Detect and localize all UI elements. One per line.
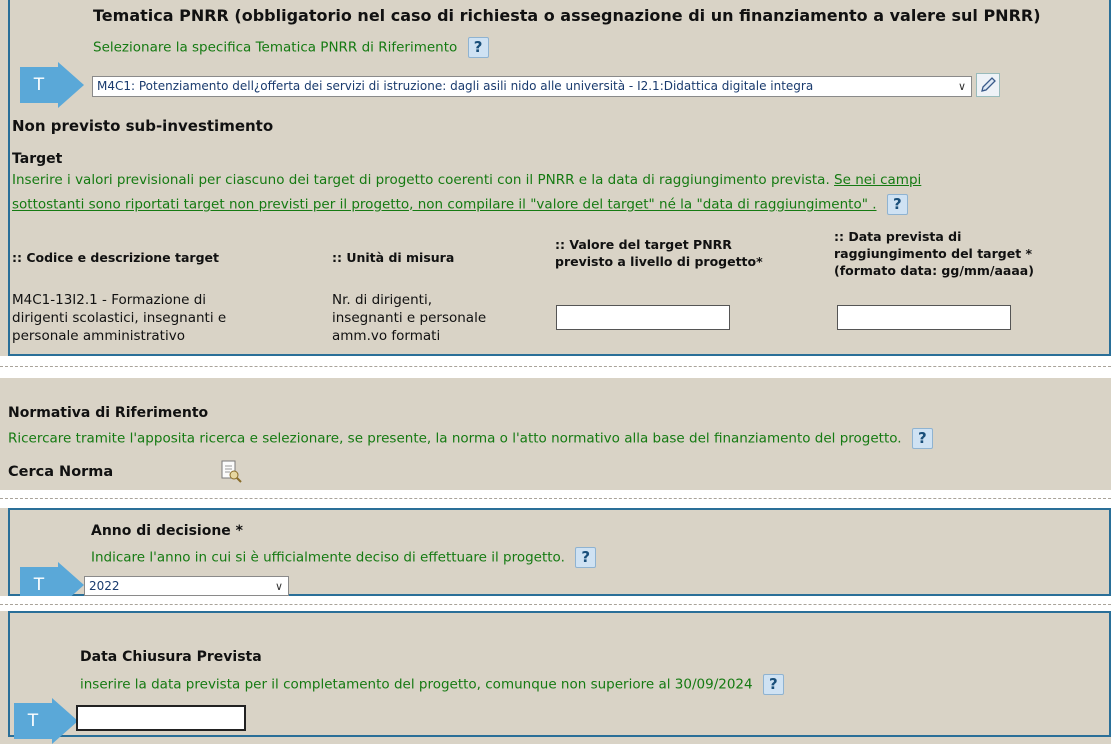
normativa-title: Normativa di Riferimento [8,405,209,421]
help-icon[interactable]: ? [762,674,784,695]
chiusura-section: Data Chiusura Prevista inserire la data … [8,611,1111,744]
unita-line: amm.vo formati [332,328,441,344]
normativa-hint-text: Ricercare tramite l'apposita ricerca e s… [8,430,902,447]
valore-target-input[interactable] [556,305,730,330]
data-chiusura-input[interactable] [76,705,246,731]
codice-line: dirigenti scolastici, insegnanti e [12,310,227,326]
separator-band [0,490,1111,508]
normativa-hint: Ricercare tramite l'apposita ricerca e s… [8,428,933,449]
chevron-down-icon: ∨ [270,577,288,595]
anno-title: Anno di decisione * [91,523,243,539]
tematica-title: Tematica PNRR (obbligatorio nel caso di … [93,6,1041,25]
data-target-input[interactable] [837,305,1011,330]
unita-line: Nr. di dirigenti, [332,292,432,308]
cerca-norma-label: Cerca Norma [8,464,114,480]
tematica-select-value: M4C1: Potenziamento dell¿offerta dei ser… [97,79,814,93]
target-unita-cell: Nr. di dirigenti, insegnanti e personale… [332,291,486,345]
codice-line: M4C1-13I2.1 - Formazione di [12,292,207,308]
tematica-select[interactable]: M4C1: Potenziamento dell¿offerta dei ser… [92,76,972,97]
help-icon[interactable]: ? [911,428,933,449]
target-title: Target [12,151,63,167]
chiusura-title: Data Chiusura Prevista [80,649,262,665]
separator-line [0,604,1111,605]
separator-band [0,356,1111,378]
header-codice: :: Codice e descrizione target [12,250,219,265]
target-hint-link-1[interactable]: Se nei campi [834,172,921,188]
anno-hint: Indicare l'anno in cui si è ufficialment… [91,547,597,568]
anno-select[interactable]: 2022 ∨ [84,576,289,596]
target-hint-line1: Inserire i valori previsionali per ciasc… [12,172,921,188]
header-data-2: raggiungimento del target * [834,246,1033,261]
target-hint-line2: sottostanti sono riportati target non pr… [12,194,908,215]
target-hint-text: Inserire i valori previsionali per ciasc… [12,172,830,188]
chiusura-hint-text: inserire la data prevista per il complet… [80,676,753,693]
target-hint-link-2[interactable]: sottostanti sono riportati target non pr… [12,197,877,213]
target-codice-cell: M4C1-13I2.1 - Formazione di dirigenti sc… [12,291,226,345]
arrow-label: T [20,67,58,103]
sub-investimento-label: Non previsto sub-investimento [12,117,274,135]
header-valore-2: previsto a livello di progetto* [555,254,763,269]
header-data-3: (formato data: gg/mm/aaaa) [834,263,1034,278]
anno-select-value: 2022 [89,579,120,593]
tematica-section: Tematica PNRR (obbligatorio nel caso di … [8,0,1111,356]
anno-section: Anno di decisione * Indicare l'anno in c… [8,508,1111,608]
help-icon[interactable]: ? [575,547,597,568]
unita-line: insegnanti e personale [332,310,487,326]
anno-hint-text: Indicare l'anno in cui si è ufficialment… [91,549,565,566]
header-unita: :: Unità di misura [332,250,455,265]
edit-pencil-icon[interactable] [976,73,1000,97]
separator-line [0,366,1111,367]
search-document-icon[interactable] [220,460,242,484]
chevron-down-icon: ∨ [953,77,971,96]
chiusura-hint: inserire la data prevista per il complet… [80,674,784,695]
codice-line: personale amministrativo [12,328,185,344]
header-valore-1: :: Valore del target PNRR [555,237,732,252]
header-data-1: :: Data prevista di [834,229,962,244]
tematica-hint: Selezionare la specifica Tematica PNRR d… [93,37,489,58]
separator-line [0,498,1111,499]
arrow-label: T [14,703,52,739]
tematica-hint-text: Selezionare la specifica Tematica PNRR d… [93,39,458,56]
help-icon[interactable]: ? [886,194,908,215]
help-icon[interactable]: ? [467,37,489,58]
